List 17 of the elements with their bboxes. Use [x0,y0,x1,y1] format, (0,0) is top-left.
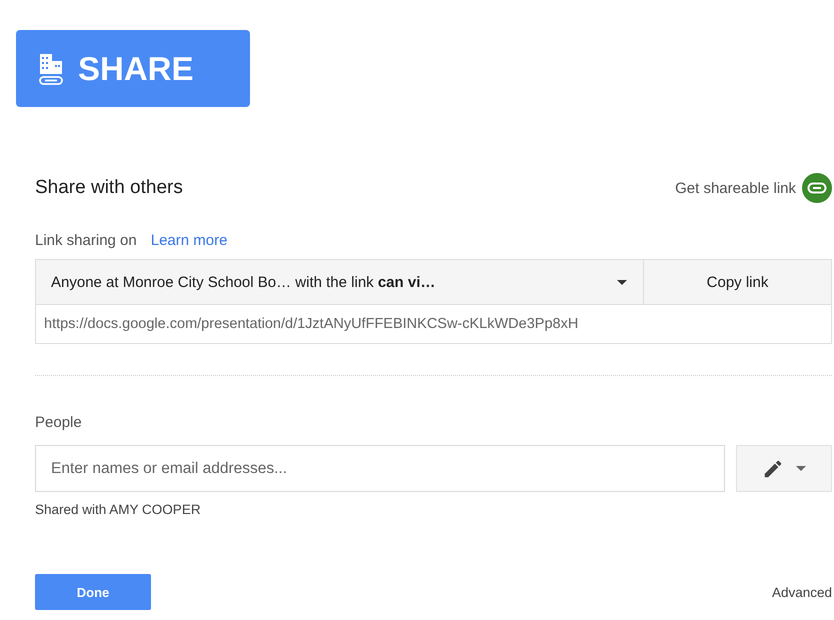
people-input-field[interactable]: Enter names or email addresses... [35,445,725,492]
caret-icon [796,466,806,471]
link-sharing-status: Link sharing on [35,232,137,249]
people-label: People [35,414,83,431]
dialog-title: Share with others [35,177,184,199]
copy-link-button[interactable]: Copy link [644,260,831,304]
advanced-link[interactable]: Advanced [772,584,832,600]
building-link-icon [38,52,64,86]
learn-more-link[interactable]: Learn more [150,232,228,249]
get-shareable-link[interactable]: Get shareable link [675,180,796,196]
access-dropdown[interactable]: Anyone at Monroe City School Bo… with the link can vi… [36,260,644,304]
edit-permission-button[interactable] [736,445,832,492]
pencil-icon [762,458,784,480]
link-url-field[interactable]: https://docs.google.com/presentation/d/1JztANyUfFFEBINKCSw-cKLkWDe3Pp8xH [36,305,831,343]
link-icon[interactable] [802,173,832,203]
shared-with-text: Shared with AMY COOPER [35,502,202,517]
caret-icon [617,280,627,284]
